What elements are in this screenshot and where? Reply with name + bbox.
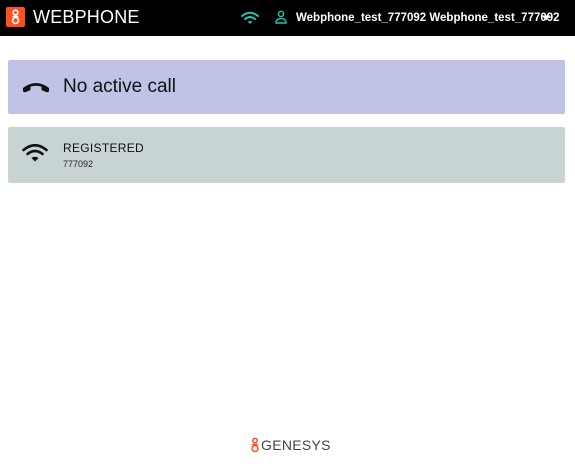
registration-status-text: REGISTERED	[63, 141, 145, 155]
footer-brand-text: GENESYS	[261, 437, 331, 453]
genesys-logo-icon	[251, 437, 259, 453]
registration-number: 777092	[63, 159, 94, 169]
call-status-text: No active call	[63, 76, 176, 97]
app-title: WEBPHONE	[33, 7, 140, 27]
genesys-logo-icon	[6, 7, 25, 27]
top-app-bar: WEBPHONE Webphone_test_777092 Webphone_t…	[0, 0, 575, 36]
registration-status-card: REGISTERED 777092	[8, 127, 565, 183]
caret-down-icon[interactable]	[540, 14, 552, 22]
footer-brand: GENESYS	[250, 437, 330, 453]
call-status-card: No active call	[8, 60, 565, 114]
wifi-icon	[22, 143, 48, 162]
person-icon	[275, 10, 287, 24]
user-display-name[interactable]: Webphone_test_777092 Webphone_test_77709…	[296, 11, 560, 25]
phone-hangup-icon	[23, 83, 49, 93]
wifi-icon	[241, 11, 259, 24]
